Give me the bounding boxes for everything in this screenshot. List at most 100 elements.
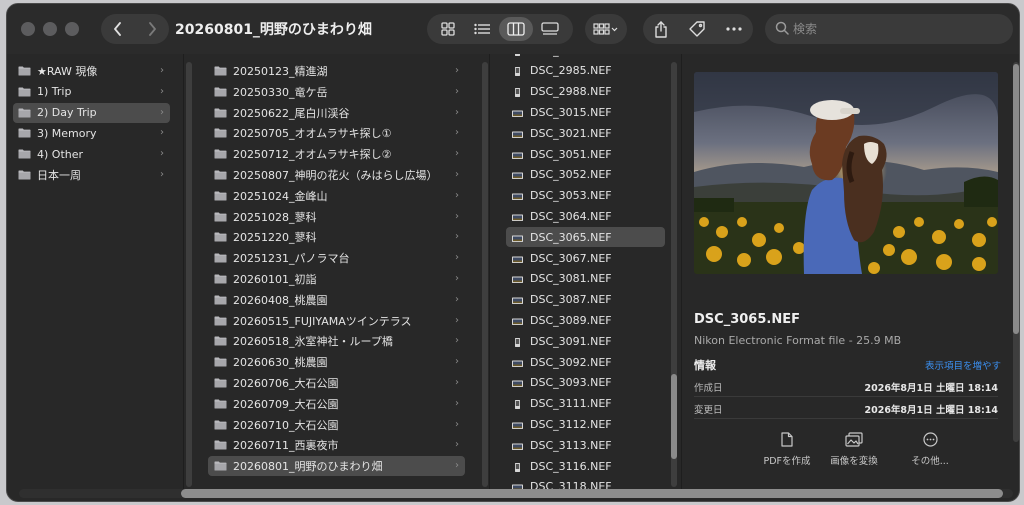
column-view-button[interactable] <box>499 17 533 41</box>
more-icon[interactable] <box>726 27 742 31</box>
file-row-label: DSC_3015.NEF <box>530 105 612 119</box>
sidebar-item[interactable]: 2) Day Trip › <box>13 102 170 123</box>
create-pdf-button[interactable]: PDFを作成 <box>752 432 822 467</box>
file-row[interactable]: DSC_3021.NEF <box>506 123 665 143</box>
folder-row[interactable]: 20250123_精進湖 › <box>208 61 465 81</box>
file-row[interactable]: DSC_2985.NEF <box>506 61 665 81</box>
folder-row[interactable]: 20260706_大石公園 › <box>208 373 465 393</box>
image-thumbnail-icon <box>512 358 523 367</box>
files-column-scrollbar-track[interactable] <box>482 62 488 487</box>
tag-icon[interactable] <box>689 21 705 37</box>
forward-button[interactable] <box>135 14 169 44</box>
more-actions-button[interactable]: その他... <box>895 432 965 467</box>
folder-row[interactable]: 20251220_蓼科 › <box>208 227 465 247</box>
file-row[interactable]: DSC_3092.NEF <box>506 352 665 372</box>
image-thumbnail-icon <box>512 316 523 325</box>
info-row-modified: 変更日 2026年8月1日 土曜日 18:14 <box>694 402 998 416</box>
folder-row[interactable]: 20250330_竜ケ岳 › <box>208 82 465 102</box>
file-row-label: DSC_3111.NEF <box>530 397 612 411</box>
back-button[interactable] <box>101 14 135 44</box>
file-row-label: DSC_3051.NEF <box>530 147 612 161</box>
sidebar-item[interactable]: 4) Other › <box>13 144 170 164</box>
folder-icon <box>214 461 227 471</box>
file-row[interactable]: DSC_3065.NEF <box>506 227 665 248</box>
folder-icon <box>18 108 31 118</box>
file-row[interactable]: DSC_3051.NEF <box>506 144 665 164</box>
folder-row-label: 20250712_オオムラサキ探し② <box>233 148 392 162</box>
sidebar-item[interactable]: 1) Trip › <box>13 82 170 102</box>
show-more-link[interactable]: 表示項目を増やす <box>925 358 1001 372</box>
folder-row[interactable]: 20251028_蓼科 › <box>208 207 465 227</box>
minimize-window-button[interactable] <box>43 22 57 36</box>
file-row[interactable]: DSC_3091.NEF <box>506 331 665 351</box>
folders-column: 20250123_精進湖 › 20250330_竜ケ岳 › 20250622_尾白川渓谷… <box>183 54 488 491</box>
convert-image-button[interactable]: 画像を変換 <box>819 432 889 467</box>
chevron-right-icon: › <box>455 439 459 451</box>
chevron-right-icon: › <box>455 127 459 139</box>
file-row[interactable]: DSC_3112.NEF <box>506 414 665 434</box>
divider <box>694 396 998 397</box>
list-view-button[interactable] <box>465 17 499 41</box>
folder-row[interactable]: 20250705_オオムラサキ探し① › <box>208 123 465 143</box>
folder-row[interactable]: 20260101_初詣 › <box>208 269 465 289</box>
folder-row[interactable]: 20260711_西裏夜市 › <box>208 435 465 455</box>
zoom-window-button[interactable] <box>65 22 79 36</box>
photos-icon <box>845 432 863 447</box>
folder-row-label: 20251220_蓼科 <box>233 231 317 245</box>
file-row[interactable]: DSC_3089.NEF <box>506 310 665 330</box>
sidebar-item[interactable]: 3) Memory › <box>13 123 170 143</box>
info-row-label: 変更日 <box>694 405 723 416</box>
folder-row[interactable]: 20260801_明野のひまわり畑 › <box>208 456 465 477</box>
file-row[interactable]: DSC_3015.NEF <box>506 102 665 122</box>
folder-row[interactable]: 20260709_大石公園 › <box>208 394 465 414</box>
folder-row[interactable]: 20250807_神明の花火（みはらし広場） › <box>208 165 465 185</box>
share-icon[interactable] <box>654 20 668 38</box>
folder-row[interactable]: 20251024_金峰山 › <box>208 186 465 206</box>
chevron-right-icon: › <box>160 169 164 180</box>
file-row[interactable]: DSC_3052.NEF <box>506 165 665 185</box>
sidebar-item-label: 2) Day Trip <box>37 106 97 120</box>
close-window-button[interactable] <box>21 22 35 36</box>
file-row[interactable]: DSC_3053.NEF <box>506 186 665 206</box>
file-row[interactable]: DSC_3081.NEF <box>506 269 665 289</box>
sidebar-item-label: ★RAW 現像 <box>37 65 98 78</box>
file-row[interactable]: DSC_3111.NEF <box>506 394 665 414</box>
folder-row[interactable]: 20250622_尾白川渓谷 › <box>208 103 465 123</box>
file-row[interactable]: DSC_2988.NEF <box>506 82 665 102</box>
chevron-right-icon: › <box>455 189 459 201</box>
folder-row[interactable]: 20260518_氷室神社・ループ橋 › <box>208 331 465 351</box>
sidebar-item[interactable]: ★RAW 現像 › <box>13 61 170 81</box>
folder-row[interactable]: 20260515_FUJIYAMAツインテラス › <box>208 311 465 331</box>
file-row[interactable]: DSC_3064.NEF <box>506 206 665 226</box>
folder-row-label: 20250330_竜ケ岳 <box>233 85 328 99</box>
folder-row[interactable]: 20260408_桃農園 › <box>208 290 465 310</box>
file-row[interactable]: DSC_3113.NEF <box>506 435 665 455</box>
file-row-label: DSC_2988.NEF <box>530 85 612 99</box>
files-scrollbar-thumb[interactable] <box>671 374 677 459</box>
gallery-view-button[interactable] <box>533 17 567 41</box>
image-thumbnail-icon <box>512 66 523 77</box>
folder-row[interactable]: 20251231_パノラマ台 › <box>208 248 465 268</box>
file-row[interactable]: DSC_2984.NEF <box>506 54 665 60</box>
folder-row-label: 20260709_大石公園 <box>233 397 339 411</box>
chevron-right-icon: › <box>160 127 164 139</box>
chevron-right-icon: › <box>455 314 459 326</box>
group-by-button[interactable] <box>585 14 627 44</box>
folder-row[interactable]: 20260710_大石公園 › <box>208 415 465 435</box>
sidebar-item[interactable]: 日本一周 › <box>13 165 170 185</box>
icon-view-button[interactable] <box>431 17 465 41</box>
folder-row-label: 20260515_FUJIYAMAツインテラス <box>233 314 412 328</box>
folder-row[interactable]: 20250712_オオムラサキ探し② › <box>208 144 465 164</box>
folder-row-label: 20250807_神明の花火（みはらし広場） <box>233 169 438 182</box>
horizontal-scrollbar-thumb[interactable] <box>181 489 1003 498</box>
file-row[interactable]: DSC_3116.NEF <box>506 456 665 476</box>
search-input[interactable] <box>793 19 1003 39</box>
gallery-icon <box>541 22 559 35</box>
folder-icon <box>214 149 227 159</box>
folder-row[interactable]: 20260630_桃農園 › <box>208 352 465 372</box>
file-row[interactable]: DSC_3087.NEF <box>506 290 665 310</box>
file-row[interactable]: DSC_3093.NEF <box>506 373 665 393</box>
file-row[interactable]: DSC_3067.NEF <box>506 248 665 268</box>
preview-scrollbar-thumb[interactable] <box>1013 64 1019 334</box>
chevron-right-icon: › <box>455 335 459 347</box>
